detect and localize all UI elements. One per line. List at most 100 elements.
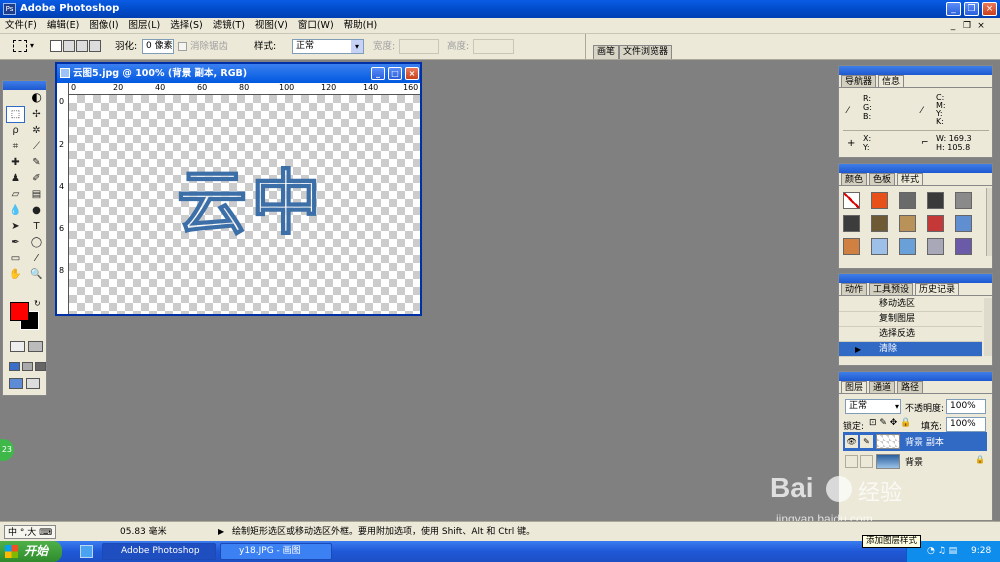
selection-text-outline[interactable]: 云中 (176, 162, 337, 244)
add-selection-icon[interactable] (63, 40, 75, 52)
intersect-selection-icon[interactable] (89, 40, 101, 52)
layer-row[interactable]: 背景 🔒 (843, 452, 987, 471)
standard-mode-icon[interactable] (10, 341, 25, 352)
eye-icon[interactable]: 👁 (845, 435, 858, 448)
quicklaunch-icon[interactable] (80, 545, 93, 558)
screen-mode-standard-icon[interactable] (9, 362, 20, 371)
eraser-icon[interactable]: ▱ (7, 187, 24, 202)
style-swatch[interactable] (899, 215, 916, 232)
lock-icons[interactable]: ⊡ ✎ ✥ 🔒 (869, 418, 911, 428)
swap-colors-icon[interactable]: ↻ (34, 299, 41, 308)
style-swatch[interactable] (899, 238, 916, 255)
minimize-icon[interactable]: _ (946, 2, 961, 16)
tab-info[interactable]: 信息 (878, 75, 905, 87)
quick-mask-icon[interactable] (28, 341, 43, 352)
restore-icon[interactable]: ❐ (964, 2, 979, 16)
tab-brushes[interactable]: 画笔 (593, 45, 620, 59)
slice-icon[interactable]: ⟋ (28, 139, 45, 154)
zoom-icon[interactable]: 🔍 (28, 267, 45, 282)
tab-file-browser[interactable]: 文件浏览器 (619, 45, 673, 59)
height-input[interactable] (473, 39, 514, 54)
brush-icon[interactable]: ✎ (28, 155, 45, 170)
foreground-color-swatch[interactable] (10, 302, 29, 321)
horizontal-ruler[interactable]: 0 20 40 60 80 100 120 140 160 (69, 83, 420, 95)
link-toggle-empty[interactable] (860, 455, 873, 468)
tab-tool-presets[interactable]: 工具预设 (869, 283, 914, 295)
hand-icon[interactable]: ✋ (7, 267, 24, 282)
antialias-checkbox[interactable] (178, 42, 187, 51)
tab-navigator[interactable]: 导航器 (841, 75, 877, 87)
close-icon[interactable]: × (982, 2, 997, 16)
screen-mode-full-menu-icon[interactable] (22, 362, 33, 371)
style-swatch[interactable] (927, 192, 944, 209)
type-icon[interactable]: T (28, 219, 45, 234)
doc-maximize-icon[interactable]: □ (388, 67, 402, 80)
clone-stamp-icon[interactable]: ♟ (7, 171, 24, 186)
marquee-icon[interactable]: ⬚ (6, 106, 25, 123)
style-swatch[interactable] (927, 238, 944, 255)
marquee-tool-icon[interactable] (13, 40, 27, 52)
blend-mode-select[interactable]: 正常 ▾ (845, 399, 901, 414)
adobe-feather-icon[interactable]: ◐ (3, 90, 46, 105)
menu-image[interactable]: 图像(I) (84, 18, 123, 34)
screen-mode-full-icon[interactable] (35, 362, 46, 371)
gradient-icon[interactable]: ▤ (28, 187, 45, 202)
style-select[interactable]: 正常 ▾ (292, 39, 364, 54)
move-icon[interactable]: ✢ (28, 107, 45, 122)
chevron-down-icon[interactable]: ▾ (30, 41, 34, 50)
doc-close-icon[interactable]: × (405, 67, 419, 80)
notes-icon[interactable]: ▭ (7, 251, 24, 266)
history-item[interactable]: 移动选区 (839, 297, 982, 312)
jump-to-imageready-icon[interactable] (9, 378, 23, 389)
width-input[interactable] (399, 39, 439, 54)
style-swatch[interactable] (955, 192, 972, 209)
floating-badge[interactable]: 23 (0, 439, 14, 461)
menu-restore-icon[interactable]: ❐ (960, 20, 974, 32)
tab-color[interactable]: 颜色 (841, 173, 868, 185)
menu-minimize-icon[interactable]: _ (946, 20, 960, 32)
style-swatch[interactable] (843, 192, 860, 209)
tab-layers[interactable]: 图层 (841, 381, 868, 393)
history-scrollbar[interactable] (984, 298, 992, 356)
style-swatch[interactable] (843, 238, 860, 255)
subtract-selection-icon[interactable] (76, 40, 88, 52)
menu-window[interactable]: 窗口(W) (293, 18, 339, 34)
style-swatch[interactable] (871, 192, 888, 209)
tab-channels[interactable]: 通道 (869, 381, 896, 393)
dodge-icon[interactable]: ● (28, 203, 45, 218)
path-select-icon[interactable]: ➤ (7, 219, 24, 234)
status-arrow-icon[interactable]: ▶ (218, 522, 224, 542)
tab-styles[interactable]: 样式 (897, 173, 924, 185)
menu-view[interactable]: 视图(V) (250, 18, 293, 34)
tab-paths[interactable]: 路径 (897, 381, 924, 393)
doc-minimize-icon[interactable]: _ (371, 67, 385, 80)
history-item[interactable]: 复制图层 (839, 312, 982, 327)
styles-scrollbar[interactable] (986, 188, 992, 256)
history-item[interactable]: 选择反选 (839, 327, 982, 342)
tray-icons[interactable]: ◔ ♫ ▤ (927, 541, 957, 562)
imageready-icon[interactable] (26, 378, 40, 389)
lasso-icon[interactable]: ρ (7, 123, 24, 138)
style-swatch[interactable] (899, 192, 916, 209)
tab-swatches[interactable]: 色板 (869, 173, 896, 185)
image-canvas[interactable]: 云中 (69, 95, 420, 314)
eye-toggle-empty[interactable] (845, 455, 858, 468)
pen-icon[interactable]: ✒ (7, 235, 24, 250)
history-brush-icon[interactable]: ✐ (28, 171, 45, 186)
style-swatch[interactable] (955, 238, 972, 255)
healing-brush-icon[interactable]: ✚ (7, 155, 24, 170)
style-swatch[interactable] (871, 215, 888, 232)
style-swatch[interactable] (927, 215, 944, 232)
task-paint[interactable]: y18.JPG - 画图 (220, 543, 332, 560)
style-swatch[interactable] (955, 215, 972, 232)
start-button[interactable]: 开始 (0, 541, 62, 562)
style-swatch[interactable] (871, 238, 888, 255)
document-window[interactable]: 云图5.jpg @ 100% (背景 副本, RGB) _ □ × 0 20 4… (55, 62, 422, 316)
brush-link-icon[interactable]: ✎ (860, 435, 873, 448)
new-selection-icon[interactable] (50, 40, 62, 52)
style-swatch[interactable] (843, 215, 860, 232)
shape-icon[interactable]: ◯ (28, 235, 45, 250)
fill-input[interactable]: 100% (946, 417, 986, 432)
menu-file[interactable]: 文件(F) (0, 18, 42, 34)
menu-edit[interactable]: 编辑(E) (42, 18, 84, 34)
